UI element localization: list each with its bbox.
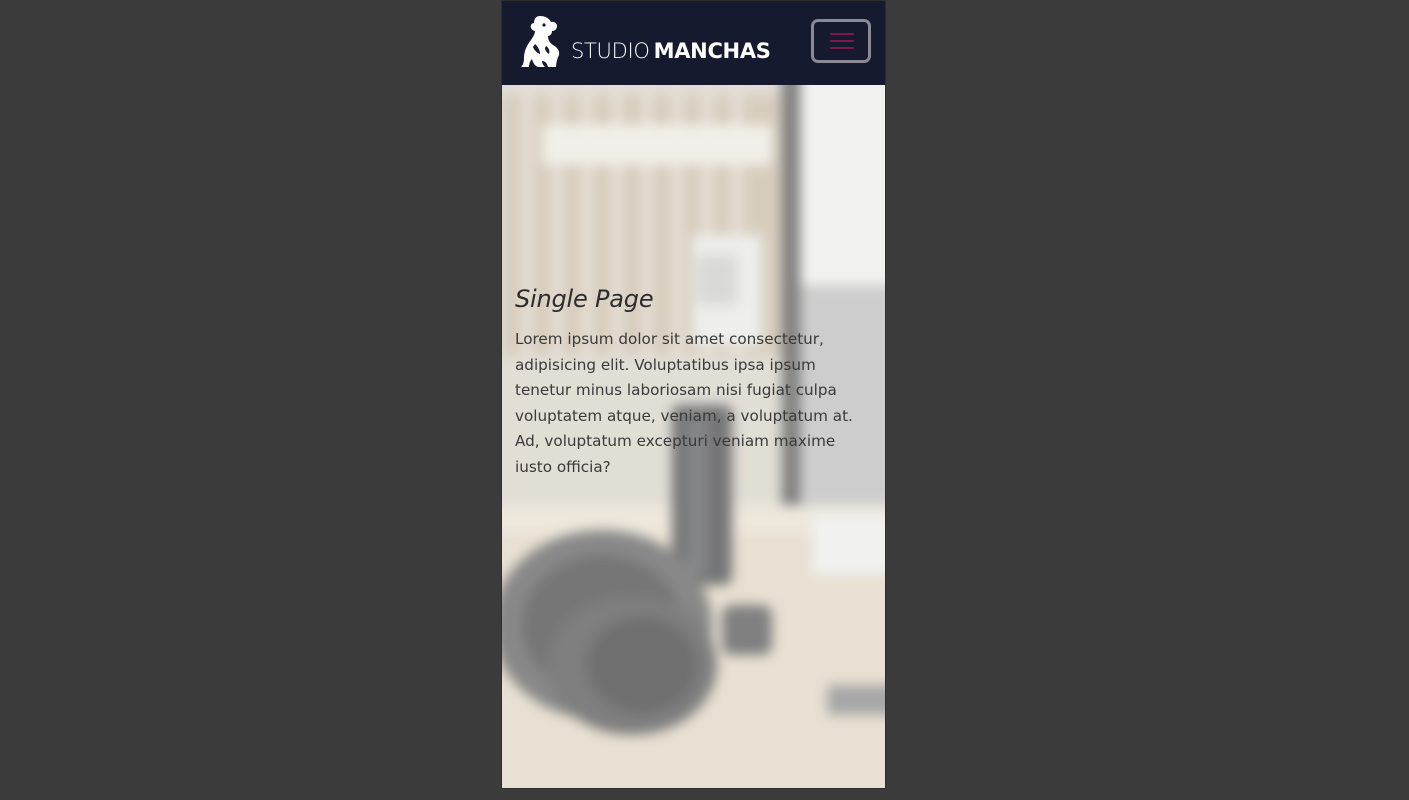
mobile-viewport: STUDIO MANCHAS Single Page Lorem ipsum d… — [502, 1, 885, 788]
hero-content: Single Page Lorem ipsum dolor sit amet c… — [515, 285, 860, 480]
brand-prefix: STUDIO — [571, 39, 650, 63]
hero-title: Single Page — [515, 285, 654, 313]
brand-name: STUDIO MANCHAS — [571, 39, 771, 63]
navbar: STUDIO MANCHAS — [502, 1, 885, 85]
dog-logo-icon — [521, 16, 560, 67]
brand-title: MANCHAS — [653, 39, 771, 63]
hero-section: Single Page Lorem ipsum dolor sit amet c… — [502, 85, 885, 788]
hero-description: Lorem ipsum dolor sit amet consectetur, … — [515, 330, 853, 476]
menu-toggle-button[interactable] — [811, 19, 871, 63]
